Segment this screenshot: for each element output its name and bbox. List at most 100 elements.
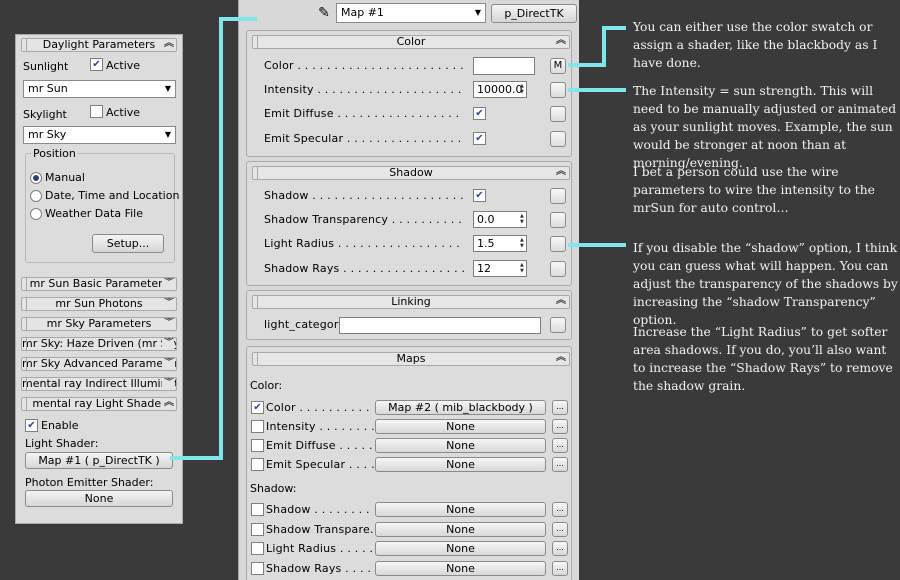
maps-section-header[interactable]: Maps ︽	[252, 352, 570, 366]
shadow-section-header[interactable]: Shadow ︽	[252, 166, 570, 180]
callout-line	[602, 26, 626, 30]
skylight-active-checkbox[interactable]	[90, 105, 103, 118]
shadow-rays-field[interactable]: 12 ▲ ▼	[473, 260, 527, 277]
rollout-handle	[22, 338, 27, 350]
emit-specular-label: Emit Specular . . . . . . . . . . . . . …	[264, 132, 462, 145]
rollout-handle	[22, 39, 27, 51]
color-section-title: Color	[396, 35, 426, 48]
map-intensity-label: Intensity . . . . . . . . .	[266, 420, 374, 433]
map-emit-diffuse-checkbox[interactable]	[251, 439, 264, 452]
shadow-transparency-label: Shadow Transparency . . . . . . . . . .	[264, 213, 463, 226]
callout-line	[219, 17, 257, 21]
map-emit-diffuse-button[interactable]: None	[375, 438, 546, 453]
light-radius-field[interactable]: 1.5 ▲ ▼	[473, 235, 527, 252]
map-shadow-transparency-button[interactable]: None	[375, 522, 546, 537]
rollout-mr-sky-parameters[interactable]: mr Sky Parameters ︾	[21, 317, 177, 331]
maps-section-title: Maps	[396, 352, 426, 365]
shadow-transparency-field[interactable]: 0.0 ▲ ▼	[473, 211, 527, 228]
map-color-checkbox[interactable]: ✔	[251, 401, 264, 414]
map-emit-diffuse-options-button[interactable]: ...	[552, 438, 568, 453]
map-light-radius-options-button[interactable]: ...	[552, 541, 568, 556]
emit-diffuse-map-button[interactable]	[550, 106, 566, 122]
rollout-mr-sky-advanced[interactable]: mr Sky Advanced Parameters ︾	[21, 357, 177, 371]
map-emit-specular-options-button[interactable]: ...	[552, 457, 568, 472]
map-shadow-button[interactable]: None	[375, 502, 546, 517]
light-shader-label: Light Shader:	[25, 437, 99, 450]
spinner-icon[interactable]: ▲ ▼	[520, 213, 525, 226]
eyedropper-icon[interactable]: ✎	[315, 4, 333, 22]
rollout-handle	[22, 278, 27, 290]
map-light-radius-checkbox[interactable]	[251, 542, 264, 555]
map-shadow-options-button[interactable]: ...	[552, 502, 568, 517]
map-emit-specular-checkbox[interactable]	[251, 458, 264, 471]
color-map-button[interactable]: M	[550, 58, 566, 74]
rollout-daylight-parameters[interactable]: Daylight Parameters ︽	[21, 38, 177, 52]
radio-weather-data-file[interactable]	[30, 208, 42, 220]
rollout-mr-sun-basic[interactable]: mr Sun Basic Parameters ︾	[21, 277, 177, 291]
radio-date-time-location[interactable]	[30, 190, 42, 202]
spinner-icon[interactable]: ▲ ▼	[520, 237, 525, 250]
enable-checkbox[interactable]: ✔	[25, 419, 38, 432]
map-intensity-checkbox[interactable]	[251, 420, 264, 433]
map-color-options-button[interactable]: ...	[552, 400, 568, 415]
color-section-header[interactable]: Color ︽	[252, 35, 570, 49]
light-shader-button[interactable]: Map #1 ( p_DirectTK )	[25, 452, 173, 469]
shadow-map-button[interactable]	[550, 188, 566, 204]
setup-button[interactable]: Setup...	[92, 234, 164, 253]
annotation-wire-parameters: I bet a person could use the wire parame…	[633, 165, 875, 215]
radio-manual[interactable]	[30, 172, 42, 184]
shadow-rays-map-button[interactable]	[550, 261, 566, 277]
maps-shadow-group-label: Shadow:	[250, 482, 297, 495]
shadow-transparency-map-button[interactable]	[550, 212, 566, 228]
color-swatch[interactable]	[473, 57, 535, 75]
emit-specular-checkbox[interactable]: ✔	[473, 132, 486, 145]
map-intensity-button[interactable]: None	[375, 419, 546, 434]
rollout-label: Daylight Parameters	[42, 38, 156, 51]
intensity-field[interactable]: 10000.0 ▲ ▼	[473, 81, 527, 98]
map-light-radius-button[interactable]: None	[375, 541, 546, 556]
maps-section: Maps ︽ Color: ✔ Color . . . . . . . . . …	[246, 346, 572, 580]
spinner-icon[interactable]: ▲ ▼	[520, 83, 525, 96]
callout-line	[602, 26, 606, 67]
rollout-mr-sky-haze[interactable]: mr Sky: Haze Driven (mr Sky) ︾	[21, 337, 177, 351]
rollout-handle	[253, 167, 258, 179]
light-category-map-button[interactable]	[550, 317, 566, 333]
map-color-button[interactable]: Map #2 ( mib_blackbody )	[375, 400, 546, 415]
light-radius-map-button[interactable]	[550, 236, 566, 252]
intensity-map-button[interactable]	[550, 82, 566, 98]
rollout-mr-sun-photons[interactable]: mr Sun Photons ︾	[21, 297, 177, 311]
map-shadow-rays-checkbox[interactable]	[251, 562, 264, 575]
rollout-mental-ray-light-shader[interactable]: mental ray Light Shader ︽	[21, 397, 177, 411]
position-group-title: Position	[31, 147, 78, 160]
map-select[interactable]: Map #1 ▼	[336, 3, 486, 23]
linking-section-title: Linking	[391, 295, 431, 308]
chevron-up-icon: ︽	[556, 166, 566, 177]
sunlight-select[interactable]: mr Sun ▼	[23, 80, 176, 98]
sunlight-active-checkbox[interactable]: ✔	[90, 58, 103, 71]
map-shadow-checkbox[interactable]	[251, 503, 264, 516]
light-category-field[interactable]	[339, 317, 541, 334]
skylight-select[interactable]: mr Sky ▼	[23, 126, 176, 144]
map-light-radius-label: Light Radius . . . . . . .	[266, 542, 374, 555]
shadow-checkbox[interactable]: ✔	[473, 189, 486, 202]
map-intensity-options-button[interactable]: ...	[552, 419, 568, 434]
map-shadow-rays-options-button[interactable]: ...	[552, 561, 568, 576]
emit-diffuse-label: Emit Diffuse . . . . . . . . . . . . . .…	[264, 107, 460, 120]
shadow-rays-label: Shadow Rays . . . . . . . . . . . . . . …	[264, 262, 466, 275]
map-shadow-transparency-options-button[interactable]: ...	[552, 522, 568, 537]
map-shadow-transparency-checkbox[interactable]	[251, 523, 264, 536]
color-section: Color ︽ Color . . . . . . . . . . . . . …	[246, 30, 572, 157]
rollout-mental-ray-indirect[interactable]: mental ray Indirect Illumination ︾	[21, 377, 177, 391]
shadow-label: Shadow . . . . . . . . . . . . . . . . .…	[264, 189, 464, 202]
emit-specular-map-button[interactable]	[550, 131, 566, 147]
spinner-icon[interactable]: ▲ ▼	[520, 262, 525, 275]
intensity-label: Intensity . . . . . . . . . . . . . . . …	[264, 83, 462, 96]
chevron-up-icon: ︽	[556, 295, 566, 306]
map-shadow-rays-button[interactable]: None	[375, 561, 546, 576]
shader-type-button[interactable]: p_DirectTK	[491, 4, 577, 23]
skylight-label: Skylight	[23, 108, 67, 121]
map-emit-specular-button[interactable]: None	[375, 457, 546, 472]
emit-diffuse-checkbox[interactable]: ✔	[473, 107, 486, 120]
photon-emitter-button[interactable]: None	[25, 490, 173, 507]
linking-section-header[interactable]: Linking ︽	[252, 295, 570, 309]
